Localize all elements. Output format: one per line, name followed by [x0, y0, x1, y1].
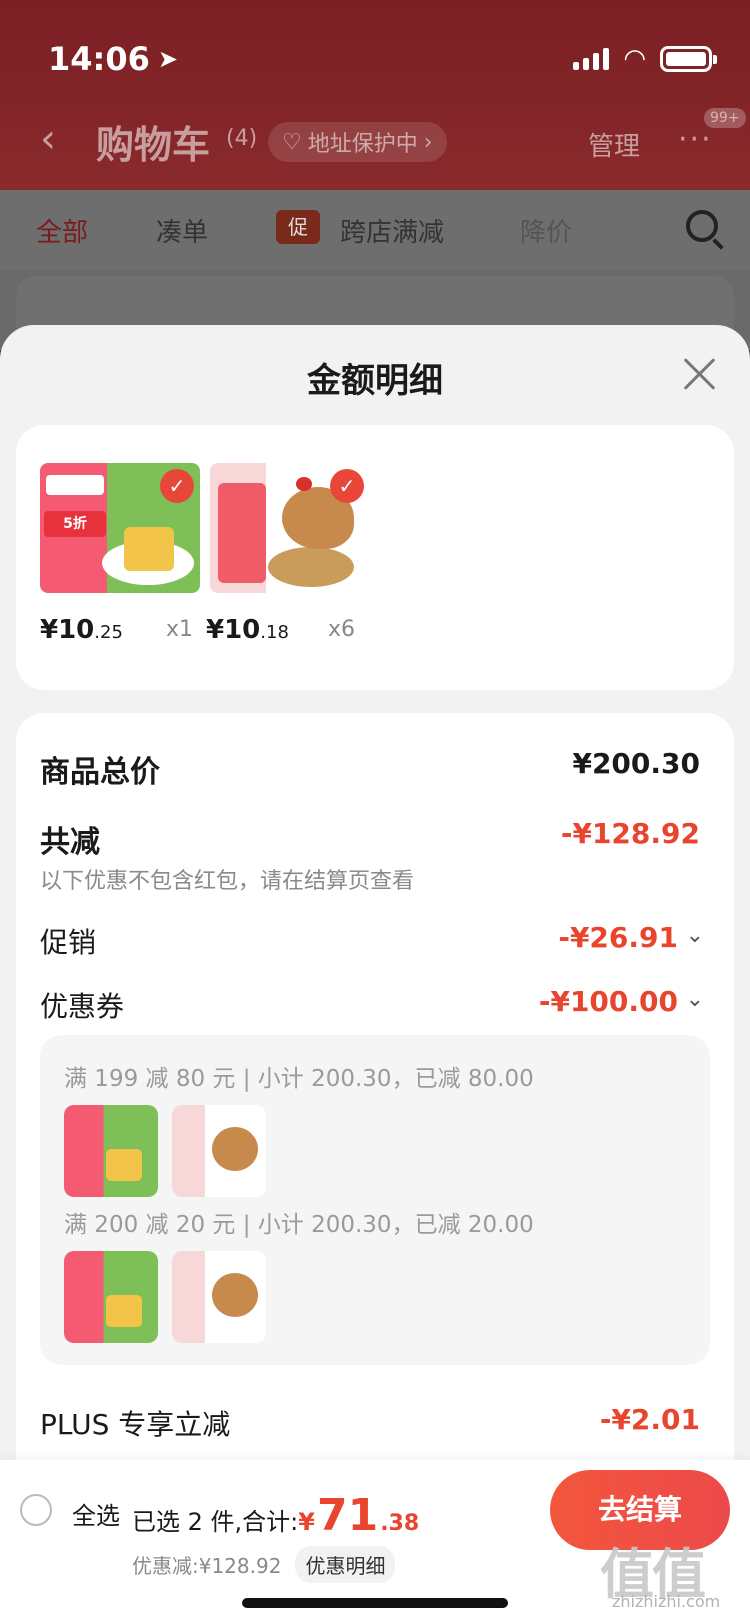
coupon-rule-line: 满 199 减 80 元 | 小计 200.30，已减 80.00 — [64, 1066, 534, 1092]
product-item[interactable]: 5折 ✓ — [40, 463, 210, 593]
selected-count: 已选 2 件,合计: — [132, 1508, 299, 1536]
header-background: 14:06 ➤ ◠ ‹ 购物车 (4) ♡ 地址保护中 › 管理 ··· 99+ — [0, 0, 750, 190]
select-all-label[interactable]: 全选 — [72, 1496, 120, 1531]
tab-all[interactable]: 全部 — [36, 212, 88, 249]
address-protect-pill[interactable]: ♡ 地址保护中 › — [268, 122, 447, 162]
total-currency: ¥ — [298, 1508, 315, 1536]
search-icon[interactable] — [686, 210, 718, 242]
tofu-thumbnail — [64, 1105, 158, 1197]
product-qty: x1 — [166, 617, 194, 642]
cart-count: (4) — [226, 126, 258, 151]
product-price: ¥10.18 — [206, 615, 289, 645]
time-text: 14:06 — [48, 40, 150, 78]
wifi-icon: ◠ — [623, 44, 646, 74]
watermark-url: zhizhizhi.com — [612, 1592, 721, 1611]
location-arrow-icon: ➤ — [157, 45, 178, 73]
tofu-thumbnail — [64, 1251, 158, 1343]
chevron-down-icon[interactable]: ⌄ — [686, 923, 704, 948]
coupon-label: 优惠券 — [40, 990, 125, 1023]
plus-discount-label: PLUS 专享立减 — [40, 1408, 231, 1441]
plus-discount-value: -¥2.01 — [599, 1403, 700, 1436]
reduction-label: 共减 — [40, 825, 100, 860]
tofu-product-image: 5折 ✓ — [40, 463, 200, 593]
total-decimal: .38 — [380, 1511, 420, 1536]
message-badge: 99+ — [704, 108, 746, 128]
promo-tag: 促 — [276, 210, 320, 244]
manage-button[interactable]: 管理 — [588, 126, 640, 163]
total-integer: 71 — [316, 1490, 379, 1541]
checked-icon[interactable]: ✓ — [330, 469, 364, 503]
nav-bar: ‹ 购物车 (4) ♡ 地址保护中 › 管理 ··· 99+ — [0, 108, 750, 178]
tab-cross-store[interactable]: 跨店满减 — [340, 212, 444, 249]
product-qty: x6 — [328, 617, 356, 642]
page-title: 购物车 — [96, 123, 211, 167]
tab-cou-dan[interactable]: 凑单 — [156, 212, 208, 249]
system-icons: ◠ — [573, 44, 717, 74]
select-all-checkbox[interactable] — [20, 1494, 52, 1526]
total-price-label: 商品总价 — [40, 755, 160, 790]
amount-detail-sheet: 金额明细 5折 ✓ ¥10.25 x1 ✓ ¥10.18 x6 商品总价 ¥20… — [0, 325, 750, 1624]
more-icon[interactable]: ··· — [678, 122, 713, 157]
product-item[interactable]: ✓ — [210, 463, 380, 593]
back-icon[interactable]: ‹ — [40, 116, 56, 162]
chicken-thumbnail — [172, 1105, 266, 1197]
coupon-rule-line: 满 200 减 20 元 | 小计 200.30，已减 20.00 — [64, 1212, 534, 1238]
home-indicator — [242, 1598, 508, 1608]
status-bar: 14:06 ➤ ◠ — [0, 30, 750, 90]
reduction-value: -¥128.92 — [560, 817, 700, 850]
close-icon[interactable] — [680, 353, 720, 393]
discount-detail-button[interactable]: 优惠明细 — [295, 1546, 396, 1583]
discount-amount: 优惠减:¥128.92 — [132, 1554, 282, 1578]
chicken-product-image: ✓ — [210, 463, 370, 593]
battery-icon — [660, 46, 717, 72]
coupon-detail-box: 满 199 减 80 元 | 小计 200.30，已减 80.00 满 200 … — [40, 1035, 710, 1365]
tab-price-drop[interactable]: 降价 — [520, 212, 572, 249]
chevron-down-icon[interactable]: ⌄ — [686, 987, 704, 1012]
promo-value[interactable]: -¥26.91 — [558, 921, 678, 954]
discount-summary: 优惠减:¥128.92 优惠明细 — [132, 1546, 396, 1583]
checked-icon[interactable]: ✓ — [160, 469, 194, 503]
sheet-title: 金额明细 — [307, 361, 443, 401]
chevron-right-icon: › — [423, 129, 433, 155]
signal-icon — [573, 48, 610, 70]
filter-bar: 全部 凑单 促 跨店满减 降价 — [0, 190, 750, 270]
address-protect-label: 地址保护中 — [307, 132, 418, 157]
shield-icon: ♡ — [282, 129, 302, 155]
chicken-thumbnail — [172, 1251, 266, 1343]
total-summary: 已选 2 件,合计: ¥ 71 .38 — [132, 1494, 419, 1538]
promo-label: 促销 — [40, 926, 97, 959]
coupon-value[interactable]: -¥100.00 — [539, 985, 678, 1018]
status-time: 14:06 ➤ — [48, 40, 178, 78]
product-price: ¥10.25 — [40, 615, 123, 645]
reduction-note: 以下优惠不包含红包，请在结算页查看 — [40, 869, 415, 894]
total-price-value: ¥200.30 — [572, 747, 700, 780]
product-card: 5折 ✓ ¥10.25 x1 ✓ ¥10.18 x6 — [16, 425, 734, 690]
